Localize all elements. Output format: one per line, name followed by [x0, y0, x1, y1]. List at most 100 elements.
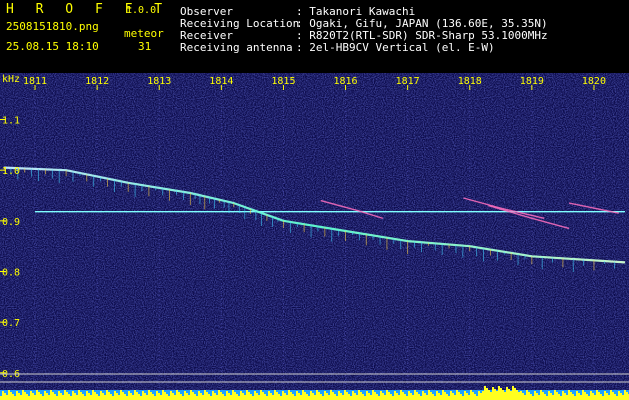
signal-level-bar: [388, 392, 390, 400]
signal-level-bar: [600, 394, 602, 400]
signal-level-bar: [144, 393, 146, 400]
signal-level-bar: [390, 394, 392, 400]
version-label: 1.0.0: [126, 5, 157, 16]
signal-level-bar: [360, 392, 362, 400]
signal-level-bar: [206, 392, 208, 400]
signal-level-bar: [242, 393, 244, 400]
signal-level-bar: [186, 393, 188, 400]
signal-level-bar: [432, 394, 434, 400]
signal-level-bar: [182, 396, 184, 400]
signal-level-bar: [222, 394, 224, 400]
signal-level-bar: [624, 390, 626, 400]
signal-level-bar: [134, 390, 136, 400]
signal-level-bar: [310, 391, 312, 400]
signal-level-bar: [606, 393, 608, 400]
signal-level-bar: [434, 396, 436, 400]
signal-level-bar: [450, 391, 452, 400]
signal-level-bar: [468, 395, 470, 400]
signal-level-bar: [260, 390, 262, 400]
signal-level-bar: [530, 394, 532, 400]
signal-level-bar: [6, 395, 8, 400]
signal-level-bar: [162, 390, 164, 400]
signal-level-bar: [380, 391, 382, 400]
signal-level-bar: [168, 396, 170, 400]
signal-level-bar: [22, 390, 24, 400]
signal-level-bar: [386, 390, 388, 400]
signal-level-bar: [506, 387, 508, 400]
signal-level-bar: [226, 391, 228, 400]
y-tick-label: 1.1: [2, 116, 20, 127]
signal-level-bar: [42, 396, 44, 400]
signal-level-bar: [150, 392, 152, 400]
signal-level-bar: [178, 392, 180, 400]
signal-level-bar: [62, 395, 64, 400]
signal-level-bar: [284, 393, 286, 400]
signal-level-bar: [552, 395, 554, 400]
signal-level-bar: [98, 396, 100, 400]
signal-level-bar: [230, 395, 232, 400]
signal-level-bar: [296, 391, 298, 400]
signal-level-bar: [422, 391, 424, 400]
signal-level-bar: [184, 391, 186, 400]
signal-level-bar: [362, 394, 364, 400]
signal-level-bar: [176, 390, 178, 400]
signal-level-bar: [620, 393, 622, 400]
signal-level-bar: [534, 391, 536, 400]
signal-level-bar: [398, 395, 400, 400]
signal-level-bar: [18, 393, 20, 400]
signal-level-bar: [332, 392, 334, 400]
signal-level-bar: [370, 395, 372, 400]
signal-level-bar: [216, 395, 218, 400]
signal-level-bar: [152, 394, 154, 400]
signal-level-bar: [356, 395, 358, 400]
signal-level-bar: [158, 393, 160, 400]
signal-level-bar: [618, 391, 620, 400]
x-tick-label: 1815: [271, 76, 295, 87]
signal-level-bar: [86, 391, 88, 400]
signal-level-bar: [446, 394, 448, 400]
signal-level-bar: [626, 392, 628, 400]
signal-level-bar: [70, 396, 72, 400]
signal-level-bar: [40, 394, 42, 400]
signal-level-bar: [174, 395, 176, 400]
signal-level-bar: [122, 392, 124, 400]
signal-level-bar: [440, 395, 442, 400]
signal-level-bar: [514, 388, 516, 400]
plot-noise: [0, 73, 629, 400]
y-axis-label: kHz: [2, 74, 20, 85]
signal-level-bar: [344, 390, 346, 400]
signal-level-bar: [492, 387, 494, 400]
signal-level-bar: [562, 391, 564, 400]
signal-level-bar: [420, 396, 422, 400]
signal-level-bar: [542, 392, 544, 400]
signal-level-bar: [0, 396, 2, 400]
meteor-count: 31: [138, 40, 152, 53]
signal-level-bar: [90, 395, 92, 400]
signal-level-bar: [248, 392, 250, 400]
antenna-value: : 2el-HB9CV Vertical (el. E-W): [296, 41, 495, 54]
signal-level-bar: [302, 390, 304, 400]
signal-level-bar: [154, 396, 156, 400]
signal-level-bar: [404, 394, 406, 400]
signal-level-bar: [594, 395, 596, 400]
signal-level-bar: [326, 393, 328, 400]
signal-level-bar: [312, 393, 314, 400]
signal-level-bar: [546, 396, 548, 400]
signal-level-bar: [220, 392, 222, 400]
signal-level-bar: [252, 396, 254, 400]
signal-level-bar: [448, 396, 450, 400]
spectrogram-chart: 1811 1812 1813 1814 1815 1816 1817 1818 1819 1820…: [0, 73, 629, 400]
signal-level-bar: [82, 394, 84, 400]
signal-level-bar: [38, 392, 40, 400]
signal-level-bar: [76, 395, 78, 400]
signal-level-bar: [368, 393, 370, 400]
x-tick-label: 1820: [582, 76, 606, 87]
signal-level-bar: [488, 390, 490, 400]
signal-level-bar: [288, 390, 290, 400]
signal-level-bar: [200, 393, 202, 400]
signal-level-bar: [614, 394, 616, 400]
signal-level-bar: [34, 395, 36, 400]
x-tick-label: 1816: [334, 76, 358, 87]
signal-level-bar: [598, 392, 600, 400]
signal-level-bar: [610, 390, 612, 400]
